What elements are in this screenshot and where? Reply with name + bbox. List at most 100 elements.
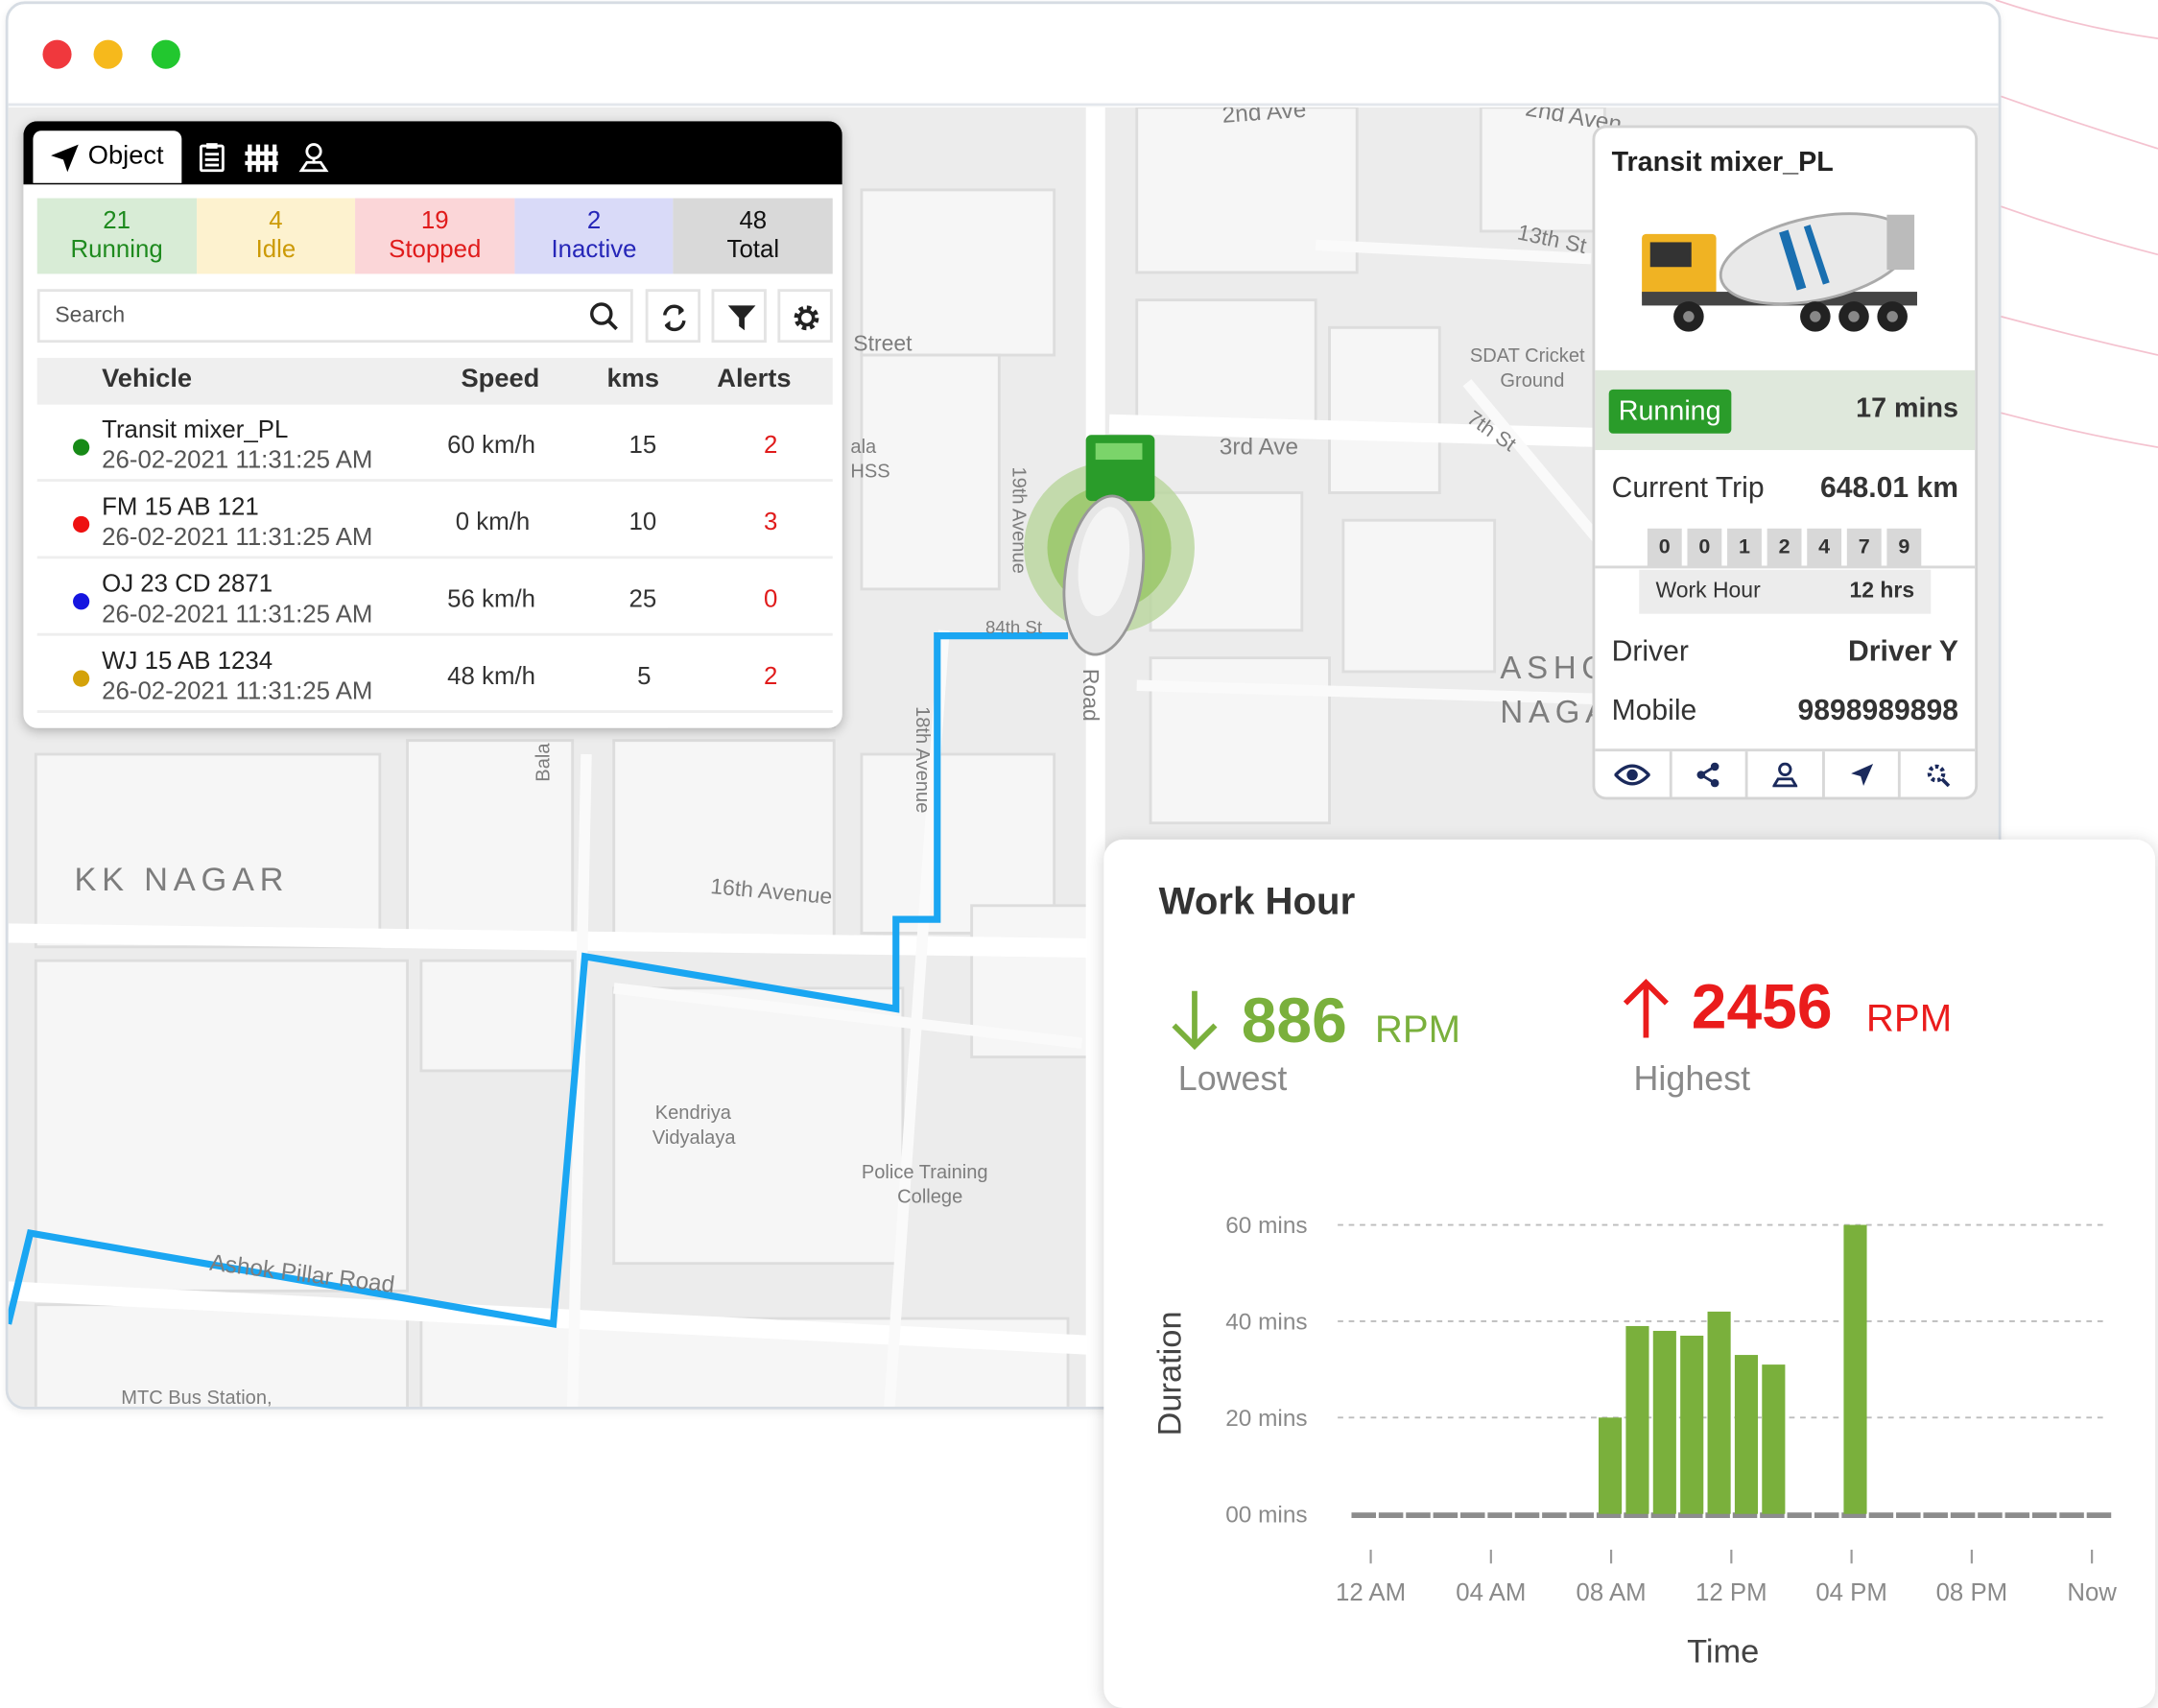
stat-label: Inactive — [551, 235, 637, 263]
map-label: 18th Avenue — [912, 706, 935, 814]
chart-bar — [1680, 1335, 1704, 1514]
map-pin-icon[interactable] — [298, 142, 329, 173]
y-tick-label: 20 mins — [1225, 1406, 1307, 1432]
lowest-unit: RPM — [1374, 1007, 1461, 1051]
stat-running[interactable]: 21 Running — [36, 198, 197, 274]
status-summary: 21 Running 4 Idle 19 Stopped 2 Inactive 48 To… — [36, 198, 833, 274]
settings-button[interactable] — [777, 289, 833, 344]
refresh-icon — [663, 304, 686, 332]
vehicle-alerts: 0 — [764, 584, 778, 613]
stat-count: 19 — [420, 206, 449, 234]
vehicle-timestamp: 26-02-2021 11:31:25 AM — [102, 676, 373, 705]
location-button[interactable] — [1748, 751, 1825, 797]
x-tick-label: 08 AM — [1577, 1579, 1647, 1606]
fence-icon[interactable] — [245, 142, 278, 173]
close-window-button[interactable] — [42, 39, 72, 69]
work-hour-chart: 60 mins 40 mins 20 mins 00 mins 12 AM 04 AM 08… — [1152, 1213, 2118, 1671]
vehicle-timestamp: 26-02-2021 11:31:25 AM — [102, 523, 373, 551]
chart-bar — [1625, 1325, 1649, 1514]
chart-bar — [1843, 1224, 1867, 1514]
lowest-value: 886 — [1241, 984, 1347, 1056]
stat-count: 48 — [739, 206, 768, 234]
column-kms[interactable]: kms — [607, 365, 660, 395]
tab-object-label: Object — [87, 141, 164, 171]
column-vehicle[interactable]: Vehicle — [102, 365, 192, 395]
map-label: Ground — [1500, 368, 1565, 391]
map-label: HSS — [850, 460, 890, 483]
stat-count: 2 — [586, 206, 602, 234]
maximize-window-button[interactable] — [151, 39, 180, 69]
chart-bar — [1652, 1330, 1676, 1514]
vehicle-timestamp: 26-02-2021 11:31:25 AM — [102, 600, 373, 629]
work-hour-title: Work Hour — [1158, 879, 1356, 922]
work-hour-value: 12 hrs — [1849, 579, 1915, 604]
map-label: Kendriya — [654, 1101, 731, 1124]
clipboard-icon[interactable] — [199, 142, 226, 173]
search-settings-button[interactable] — [1901, 751, 1975, 796]
table-row[interactable]: Transit mixer_PL 26-02-2021 11:31:25 AM … — [36, 408, 833, 483]
current-trip-value: 648.01 km — [1819, 471, 1959, 504]
object-panel: Object 21 Running 4 Idle 19 Stopped 2 Inacti… — [23, 121, 842, 728]
map-label: Bala — [531, 743, 554, 782]
stage: 2nd Ave 2nd Aven 13th St Street ala HSS … — [0, 0, 2158, 1708]
vehicle-card-title: Transit mixer_PL — [1611, 147, 1834, 178]
x-tick-label: 12 PM — [1696, 1579, 1767, 1606]
search-icon[interactable] — [589, 301, 620, 332]
stat-label: Idle — [255, 235, 296, 263]
filter-button[interactable] — [711, 289, 767, 344]
stat-label: Running — [70, 235, 163, 263]
table-row[interactable]: FM 15 AB 121 26-02-2021 11:31:25 AM 0 km… — [36, 485, 833, 559]
odometer-digit: 9 — [1886, 528, 1922, 566]
stat-total[interactable]: 48 Total — [673, 198, 833, 274]
status-duration: 17 mins — [1856, 393, 1959, 424]
status-dot — [73, 670, 90, 687]
refresh-button[interactable] — [645, 289, 701, 344]
y-tick-label: 60 mins — [1225, 1213, 1307, 1239]
map-label: 84th St — [984, 616, 1043, 638]
work-hour-label: Work Hour — [1655, 579, 1761, 604]
share-button[interactable] — [1672, 751, 1748, 797]
status-badge: Running — [1608, 389, 1731, 434]
mobile-label: Mobile — [1611, 695, 1697, 727]
vehicle-name: FM 15 AB 121 — [102, 492, 259, 521]
vehicle-kms: 5 — [637, 661, 652, 690]
stat-inactive[interactable]: 2 Inactive — [514, 198, 674, 274]
navigate-button[interactable] — [1825, 751, 1902, 797]
mobile-value: 9898989898 — [1797, 695, 1959, 727]
map-label: MTC Bus Station, — [121, 1386, 273, 1409]
current-trip-label: Current Trip — [1611, 471, 1765, 504]
tab-object[interactable]: Object — [33, 130, 182, 183]
highest-label: Highest — [1633, 1059, 1751, 1099]
settings-icon — [1927, 764, 1951, 787]
vehicle-alerts: 3 — [764, 508, 778, 535]
x-tick-label: 12 AM — [1336, 1579, 1406, 1606]
work-hour-card: Work Hour 886 RPM Lowest 2456 RPM Highes… — [1103, 839, 2156, 1708]
x-tick-label: 04 AM — [1456, 1579, 1526, 1606]
vehicle-info-card: Transit mixer_PL Running 17 mins Current… — [1592, 125, 1979, 800]
search-input[interactable]: Search — [36, 289, 633, 344]
stat-label: Stopped — [389, 235, 482, 263]
view-button[interactable] — [1595, 751, 1672, 797]
y-axis-label: Duration — [1152, 1311, 1189, 1435]
panel-tabs: Object — [23, 121, 842, 185]
x-tick-label: 08 PM — [1936, 1579, 2008, 1606]
status-dot — [73, 593, 90, 610]
vehicle-speed: 0 km/h — [455, 508, 531, 535]
table-header: Vehicle Speed kms Alerts — [36, 357, 833, 405]
divider — [1595, 565, 1976, 569]
eye-icon — [1614, 763, 1650, 785]
stat-label: Total — [726, 235, 780, 263]
table-row[interactable]: WJ 15 AB 1234 26-02-2021 11:31:25 AM 48 … — [36, 639, 833, 713]
share-icon — [1697, 761, 1720, 787]
minimize-window-button[interactable] — [93, 39, 123, 69]
column-speed[interactable]: Speed — [461, 365, 539, 395]
stat-idle[interactable]: 4 Idle — [196, 198, 356, 274]
navigation-icon — [1850, 763, 1873, 786]
table-row[interactable]: OJ 23 CD 2871 26-02-2021 11:31:25 AM 56 … — [36, 561, 833, 636]
vehicle-speed: 60 km/h — [447, 430, 535, 459]
vehicle-kms: 10 — [628, 508, 657, 535]
stat-stopped[interactable]: 19 Stopped — [355, 198, 515, 274]
column-alerts[interactable]: Alerts — [717, 365, 791, 395]
odometer-digit: 2 — [1767, 528, 1802, 566]
odometer-digit: 4 — [1807, 528, 1842, 566]
